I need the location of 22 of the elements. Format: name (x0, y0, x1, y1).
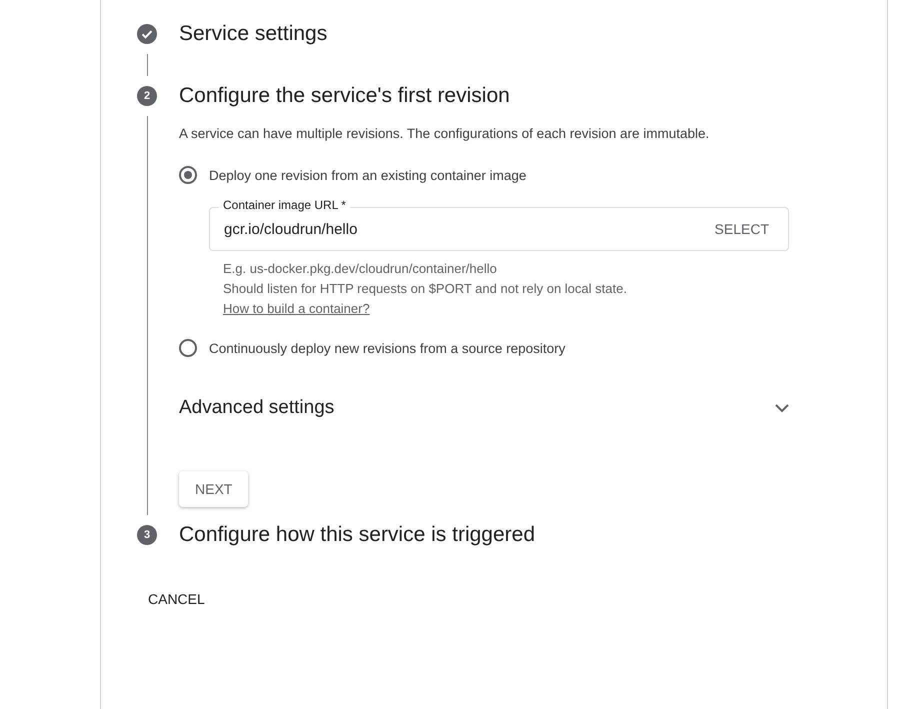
hint-text: E.g. us-docker.pkg.dev/cloudrun/container/hello (223, 260, 498, 278)
next-button[interactable]: NEXT (179, 471, 248, 507)
step-title: Service settings (179, 22, 328, 46)
helper-text: Should listen for HTTP requests on $PORT and not rely on local state. How to build a container? (223, 280, 628, 318)
field-value: gcr.io/cloudrun/hello (224, 220, 358, 238)
radio-button[interactable] (179, 166, 197, 184)
step-number: 3 (137, 525, 157, 545)
advanced-settings-header[interactable]: Advanced settings (179, 397, 789, 423)
check-circle-icon (137, 24, 157, 44)
cancel-button[interactable]: CANCEL (148, 591, 205, 607)
step-title: Configure how this service is triggered (179, 523, 535, 547)
chevron-down-icon[interactable] (775, 404, 789, 412)
radio-button[interactable] (179, 339, 197, 357)
radio-label[interactable]: Continuously deploy new revisions from a source repository (209, 340, 566, 356)
step-title: Configure the service's first revision (179, 84, 510, 108)
section-title: Advanced settings (179, 397, 334, 419)
field-label: Container image URL * (219, 198, 350, 212)
radio-label[interactable]: Deploy one revision from an existing container image (209, 168, 526, 182)
step-number: 2 (137, 86, 157, 106)
help-link[interactable]: How to build a container? (223, 301, 370, 316)
select-button[interactable]: SELECT (710, 221, 774, 237)
description-text: A service can have multiple revisions. The configurations of each revision are immutable. (179, 125, 710, 143)
